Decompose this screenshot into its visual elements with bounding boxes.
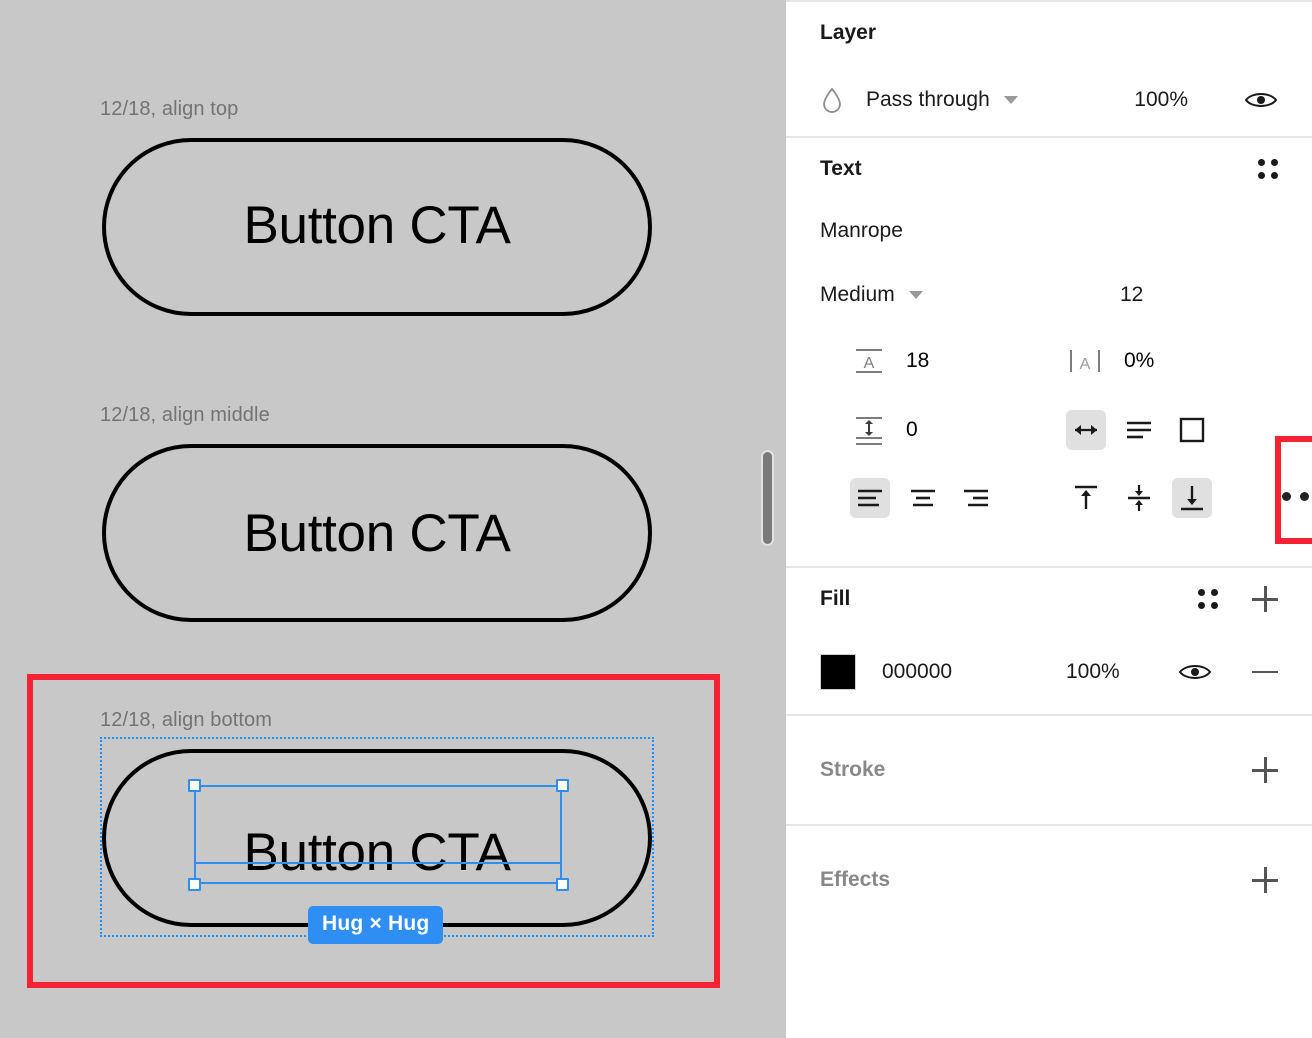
fill-item-row: 000000 100% (820, 630, 1278, 714)
text-settings-icon[interactable] (1258, 159, 1278, 179)
resize-handle-bottom-right[interactable] (556, 878, 569, 891)
effects-section-header: Effects (820, 826, 1278, 934)
layer-section: Layer Pass through 100% (786, 2, 1312, 138)
button-cta-label: Button CTA (243, 822, 511, 882)
paragraph-spacing-icon (854, 414, 884, 446)
layer-opacity-value[interactable]: 100% (1134, 88, 1188, 112)
panel-annotation-highlight (1275, 436, 1312, 544)
fill-section-title: Fill (820, 587, 851, 610)
add-icon[interactable] (1252, 867, 1278, 893)
resize-handle-top-right[interactable] (556, 779, 569, 792)
fill-settings-icon[interactable] (1198, 589, 1218, 609)
add-icon[interactable] (1252, 757, 1278, 783)
layer-section-header: Layer (820, 2, 1278, 64)
align-top-icon[interactable] (1066, 478, 1106, 518)
resize-handle-top-left[interactable] (188, 779, 201, 792)
properties-panel: Layer Pass through 100% Text Manrope Med… (786, 0, 1312, 1038)
effects-section: Effects (786, 826, 1312, 934)
align-center-icon[interactable] (903, 478, 943, 518)
stroke-section-title: Stroke (820, 758, 886, 781)
svg-text:A: A (1080, 356, 1091, 373)
font-family-row[interactable]: Manrope (820, 200, 1278, 262)
button-cta-label: Button CTA (243, 195, 511, 255)
blend-mode-value[interactable]: Pass through (866, 88, 990, 112)
align-middle-icon[interactable] (1119, 478, 1159, 518)
button-cta-align-bottom[interactable]: Button CTA (102, 749, 652, 927)
line-height-value[interactable]: 18 (906, 349, 929, 373)
auto-height-icon[interactable] (1119, 410, 1159, 450)
letter-spacing-icon: A (1068, 346, 1102, 376)
canvas-label-align-middle: 12/18, align middle (100, 404, 270, 426)
text-section-title: Text (820, 157, 862, 180)
blend-drop-icon (820, 86, 844, 114)
svg-text:A: A (864, 355, 875, 372)
paragraph-spacing-field[interactable]: 0 (854, 414, 918, 446)
paragraph-spacing-value[interactable]: 0 (906, 418, 918, 442)
figma-design-screen: 12/18, align top Button CTA 12/18, align… (0, 0, 1312, 1038)
letter-spacing-field[interactable]: A 0% (1068, 346, 1154, 376)
font-size-value[interactable]: 12 (1120, 283, 1143, 307)
text-section: Text Manrope Medium 12 A 18 A 0% 0 (786, 138, 1312, 568)
layer-blend-row: Pass through 100% (820, 64, 1278, 136)
design-canvas[interactable]: 12/18, align top Button CTA 12/18, align… (0, 0, 786, 1038)
line-height-icon: A (854, 346, 884, 376)
text-metrics-row-1: A 18 A 0% (820, 328, 1278, 398)
fill-section-header: Fill (820, 568, 1278, 630)
horizontal-align-group (850, 478, 996, 518)
vertical-align-group (1066, 436, 1312, 544)
align-right-icon[interactable] (956, 478, 996, 518)
layer-section-title: Layer (820, 21, 877, 44)
chevron-down-icon[interactable] (1003, 96, 1018, 104)
add-icon[interactable] (1252, 586, 1278, 612)
fill-opacity-value[interactable]: 100% (1066, 660, 1120, 684)
align-bottom-icon[interactable] (1172, 478, 1212, 518)
font-weight-row: Medium 12 (820, 262, 1278, 328)
stroke-section: Stroke (786, 716, 1312, 826)
fill-section: Fill 000000 100% (786, 568, 1312, 716)
resize-handle-bottom-left[interactable] (188, 878, 201, 891)
fill-color-swatch[interactable] (820, 654, 856, 690)
more-options-icon[interactable] (1282, 492, 1312, 501)
auto-width-icon[interactable] (1066, 410, 1106, 450)
text-resize-group (1066, 410, 1212, 450)
text-metrics-row-2: 0 (820, 398, 1278, 468)
eye-icon[interactable] (1244, 88, 1278, 112)
fixed-size-icon[interactable] (1172, 410, 1212, 450)
button-cta-align-top[interactable]: Button CTA (102, 138, 652, 316)
text-alignment-row (820, 436, 1312, 544)
canvas-vertical-scrollbar[interactable] (761, 450, 774, 546)
font-weight-value[interactable]: Medium (820, 283, 895, 307)
line-height-field[interactable]: A 18 (854, 346, 929, 376)
stroke-section-header: Stroke (820, 716, 1278, 824)
remove-icon[interactable] (1252, 670, 1278, 674)
chevron-down-icon[interactable] (908, 291, 923, 299)
text-section-header: Text (820, 138, 1278, 200)
eye-icon[interactable] (1178, 660, 1212, 684)
canvas-label-align-bottom: 12/18, align bottom (100, 709, 273, 731)
canvas-label-align-top: 12/18, align top (100, 98, 239, 120)
fill-hex-value[interactable]: 000000 (882, 660, 952, 684)
button-cta-align-middle[interactable]: Button CTA (102, 444, 652, 622)
font-family-value[interactable]: Manrope (820, 219, 903, 243)
letter-spacing-value[interactable]: 0% (1124, 349, 1154, 373)
align-left-icon[interactable] (850, 478, 890, 518)
button-cta-label: Button CTA (243, 503, 511, 563)
effects-section-title: Effects (820, 868, 891, 891)
size-badge-hug-hug: Hug × Hug (308, 906, 444, 944)
